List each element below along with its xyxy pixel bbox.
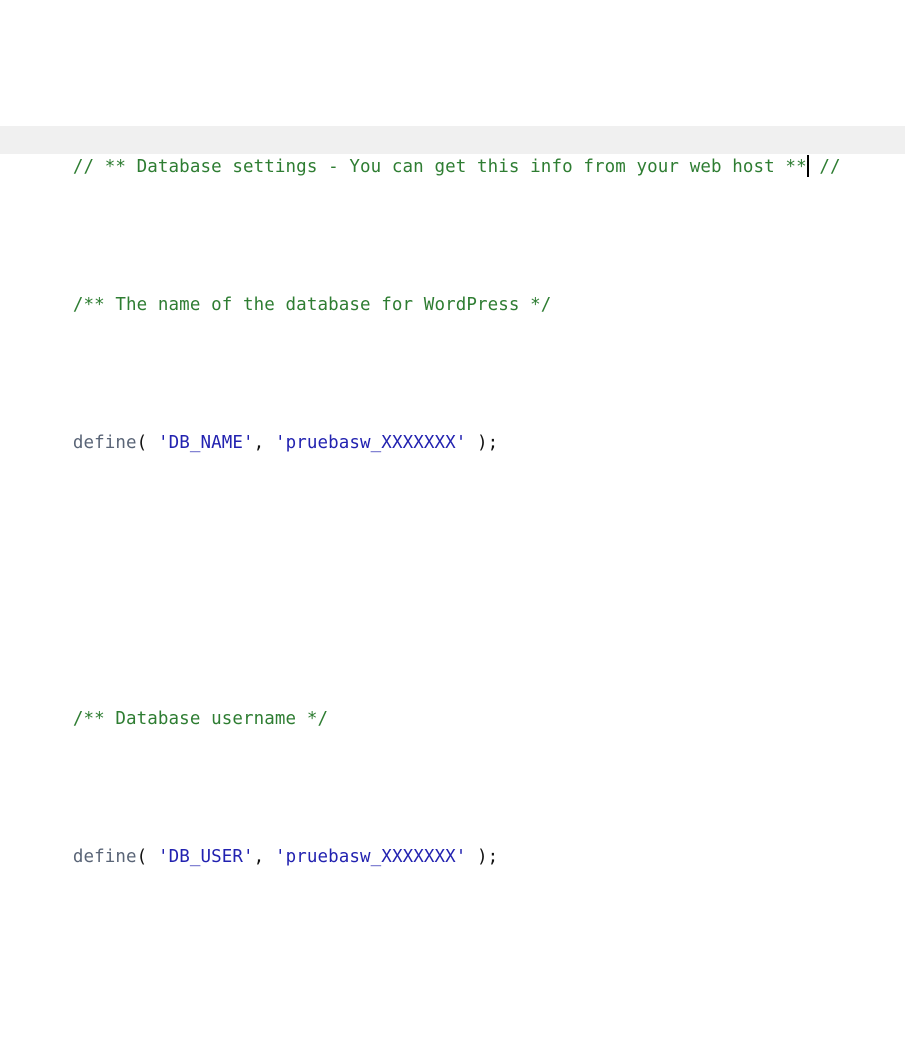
punctuation-token: , [253, 846, 275, 867]
constant-value-token: 'pruebasw_XXXXXXX' [274, 846, 467, 867]
punctuation-token: , [253, 432, 275, 453]
code-line-blank[interactable] [9, 954, 905, 982]
constant-name-token: 'DB_NAME' [157, 432, 254, 453]
code-line-blank[interactable] [9, 540, 905, 568]
function-token: define [72, 432, 137, 453]
comment-token: /** Database username */ [72, 708, 329, 729]
punctuation-token: ); [466, 846, 499, 867]
comment-token: // [808, 156, 841, 177]
punctuation-token: ( [136, 432, 158, 453]
constant-value-token: 'pruebasw_XXXXXXX' [274, 432, 467, 453]
code-editor[interactable]: // ** Database settings - You can get th… [0, 0, 905, 867]
comment-token: // ** Database settings - You can get th… [72, 156, 807, 177]
code-line[interactable]: // ** Database settings - You can get th… [0, 126, 905, 177]
comment-token: /** The name of the database for WordPre… [72, 294, 552, 315]
code-line[interactable]: /** Database username */ [9, 678, 905, 729]
constant-name-token: 'DB_USER' [157, 846, 254, 867]
code-line[interactable]: define( 'DB_NAME', 'pruebasw_XXXXXXX' ); [9, 402, 905, 453]
code-content[interactable]: // ** Database settings - You can get th… [0, 0, 905, 1060]
punctuation-token: ( [136, 846, 158, 867]
code-line[interactable]: /** The name of the database for WordPre… [9, 264, 905, 315]
code-line[interactable]: define( 'DB_USER', 'pruebasw_XXXXXXX' ); [9, 816, 905, 867]
function-token: define [72, 846, 137, 867]
punctuation-token: ); [466, 432, 499, 453]
